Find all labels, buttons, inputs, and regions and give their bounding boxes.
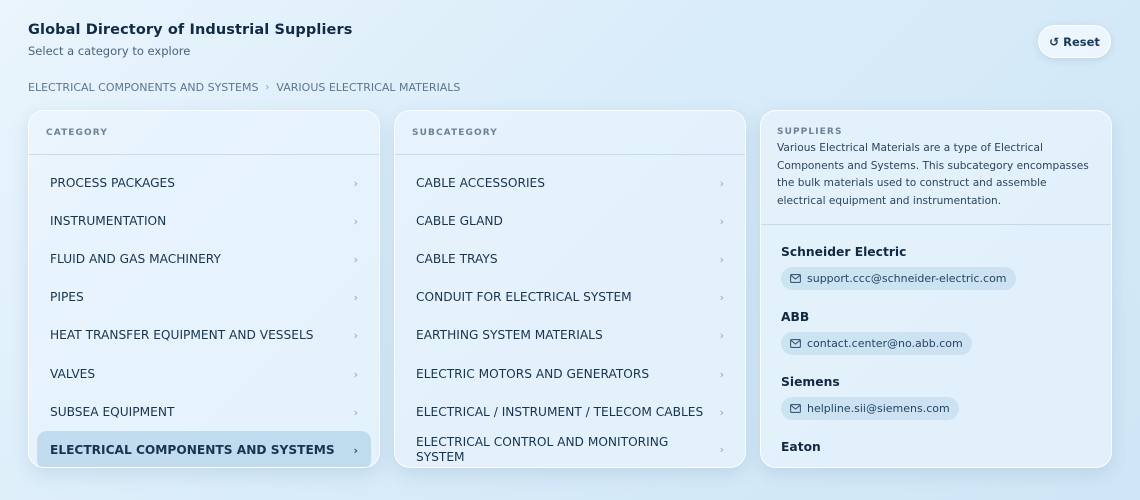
- subcategory-item[interactable]: CABLE TRAYS ›: [403, 240, 737, 278]
- chevron-right-icon: ›: [353, 214, 358, 228]
- supplier-email: contact.center@no.abb.com: [807, 337, 963, 350]
- chevron-right-icon: ›: [719, 443, 724, 457]
- subcategory-item-label: CABLE ACCESSORIES: [416, 175, 545, 190]
- category-item-label: VALVES: [50, 366, 96, 381]
- category-list: PROCESS PACKAGES › INSTRUMENTATION › FLUID…: [29, 155, 379, 467]
- chevron-right-icon: ›: [719, 329, 724, 343]
- category-item[interactable]: SUBSEA EQUIPMENT ›: [37, 393, 371, 431]
- category-item-label: HEAT TRANSFER EQUIPMENT AND VESSELS: [50, 328, 314, 343]
- subcategory-item[interactable]: ELECTRIC MOTORS AND GENERATORS ›: [403, 355, 737, 393]
- mail-icon: [790, 339, 801, 348]
- category-item-label: INSTRUMENTATION: [50, 213, 167, 228]
- chevron-right-icon: ›: [353, 252, 358, 266]
- supplier-entry: Eaton: [761, 440, 1111, 454]
- subcategory-item-label: ELECTRICAL / INSTRUMENT / TELECOM CABLES: [416, 404, 704, 419]
- subcategory-item[interactable]: CABLE ACCESSORIES ›: [403, 164, 737, 202]
- reset-button-label: Reset: [1063, 34, 1100, 49]
- chevron-right-icon: ›: [353, 291, 358, 305]
- subcategory-item[interactable]: ELECTRICAL CONTROL AND MONITORING SYSTEM…: [403, 431, 737, 467]
- chevron-right-icon: ›: [719, 405, 724, 419]
- category-heading: CATEGORY: [29, 111, 379, 155]
- subcategory-item-label: ELECTRIC MOTORS AND GENERATORS: [416, 366, 650, 381]
- breadcrumb-item-category[interactable]: ELECTRICAL COMPONENTS AND SYSTEMS: [28, 81, 258, 94]
- category-item[interactable]: VALVES ›: [37, 355, 371, 393]
- subcategory-panel: SUBCATEGORY CABLE ACCESSORIES › CABLE GLA…: [394, 110, 746, 468]
- chevron-right-icon: ›: [353, 176, 358, 190]
- chevron-right-icon: ›: [353, 405, 358, 419]
- supplier-entry: ABB contact.center@no.abb.com: [761, 310, 1111, 355]
- page-subtitle: Select a category to explore: [28, 44, 191, 58]
- subcategory-item[interactable]: ELECTRICAL / INSTRUMENT / TELECOM CABLES…: [403, 393, 737, 431]
- page-title: Global Directory of Industrial Suppliers: [28, 22, 353, 38]
- category-item-selected[interactable]: ELECTRICAL COMPONENTS AND SYSTEMS ›: [37, 431, 371, 467]
- supplier-email-link[interactable]: contact.center@no.abb.com: [781, 332, 972, 355]
- category-item-label: SUBSEA EQUIPMENT: [50, 404, 175, 419]
- supplier-email-link[interactable]: helpline.sii@siemens.com: [781, 397, 959, 420]
- subcategory-heading: SUBCATEGORY: [395, 111, 745, 155]
- suppliers-heading: SUPPLIERS: [777, 127, 843, 137]
- suppliers-panel: SUPPLIERS Various Electrical Materials a…: [760, 110, 1112, 468]
- supplier-email-link[interactable]: support.ccc@schneider-electric.com: [781, 267, 1016, 290]
- reset-button[interactable]: ↺ Reset: [1038, 25, 1111, 58]
- chevron-right-icon: ›: [719, 367, 724, 381]
- subcategory-description: Various Electrical Materials are a type …: [777, 142, 1089, 207]
- supplier-name: ABB: [781, 310, 810, 324]
- subcategory-item-label: CONDUIT FOR ELECTRICAL SYSTEM: [416, 290, 632, 305]
- chevron-right-icon: ›: [265, 82, 270, 93]
- subcategory-item[interactable]: EARTHING SYSTEM MATERIALS ›: [403, 317, 737, 355]
- subcategory-item-label: EARTHING SYSTEM MATERIALS: [416, 328, 603, 343]
- suppliers-header: SUPPLIERS Various Electrical Materials a…: [761, 111, 1111, 225]
- supplier-name: Eaton: [781, 440, 821, 454]
- category-item[interactable]: HEAT TRANSFER EQUIPMENT AND VESSELS ›: [37, 317, 371, 355]
- mail-icon: [790, 404, 801, 413]
- chevron-right-icon: ›: [719, 252, 724, 266]
- breadcrumb: ELECTRICAL COMPONENTS AND SYSTEMS › VARI…: [28, 81, 460, 94]
- category-item-label: PIPES: [50, 290, 84, 305]
- mail-icon: [790, 274, 801, 283]
- subcategory-item[interactable]: CONDUIT FOR ELECTRICAL SYSTEM ›: [403, 279, 737, 317]
- page-header: Global Directory of Industrial Suppliers…: [28, 22, 352, 58]
- supplier-entry: Schneider Electric support.ccc@schneider…: [761, 245, 1111, 290]
- supplier-name: Schneider Electric: [781, 245, 907, 259]
- category-item[interactable]: PROCESS PACKAGES ›: [37, 164, 371, 202]
- category-item-label: ELECTRICAL COMPONENTS AND SYSTEMS: [50, 442, 335, 457]
- chevron-right-icon: ›: [353, 329, 358, 343]
- category-item-label: PROCESS PACKAGES: [50, 175, 175, 190]
- subcategory-item-label: CABLE TRAYS: [416, 251, 498, 266]
- chevron-right-icon: ›: [719, 214, 724, 228]
- category-item[interactable]: PIPES ›: [37, 279, 371, 317]
- chevron-right-icon: ›: [719, 176, 724, 190]
- chevron-right-icon: ›: [353, 443, 358, 457]
- chevron-right-icon: ›: [719, 291, 724, 305]
- category-item[interactable]: FLUID AND GAS MACHINERY ›: [37, 240, 371, 278]
- category-item[interactable]: INSTRUMENTATION ›: [37, 202, 371, 240]
- subcategory-item[interactable]: CABLE GLAND ›: [403, 202, 737, 240]
- breadcrumb-item-subcategory[interactable]: VARIOUS ELECTRICAL MATERIALS: [276, 81, 460, 94]
- refresh-icon: ↺: [1049, 34, 1060, 49]
- chevron-right-icon: ›: [353, 367, 358, 381]
- supplier-email: support.ccc@schneider-electric.com: [807, 272, 1007, 285]
- subcategory-item-label: ELECTRICAL CONTROL AND MONITORING SYSTEM: [416, 435, 669, 465]
- category-item-label: FLUID AND GAS MACHINERY: [50, 251, 221, 266]
- supplier-name: Siemens: [781, 375, 840, 389]
- subcategory-list: CABLE ACCESSORIES › CABLE GLAND › CABLE TR…: [395, 155, 745, 467]
- subcategory-item-label: CABLE GLAND: [416, 213, 503, 228]
- supplier-email: helpline.sii@siemens.com: [807, 402, 950, 415]
- supplier-entry: Siemens helpline.sii@siemens.com: [761, 375, 1111, 420]
- category-panel: CATEGORY PROCESS PACKAGES › INSTRUMENTATI…: [28, 110, 380, 468]
